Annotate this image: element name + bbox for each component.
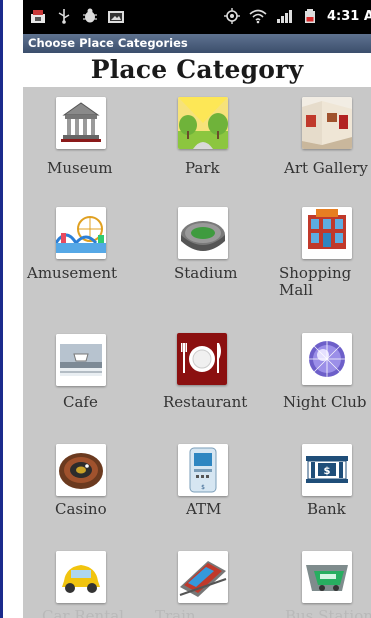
category-night-club[interactable]: Night Club: [275, 331, 371, 421]
category-label-atm: ATM: [186, 500, 222, 518]
category-label-bank: Bank: [307, 500, 346, 518]
category-label-amusement: Amusement: [27, 264, 118, 282]
category-museum[interactable]: Museum: [33, 93, 129, 183]
car-rental-icon: [56, 551, 106, 603]
svg-text:$: $: [201, 484, 205, 491]
category-stadium[interactable]: Stadium: [155, 205, 251, 305]
status-time: 4:31 AM: [327, 8, 371, 24]
category-label-park: Park: [185, 159, 220, 177]
category-restaurant[interactable]: Restaurant: [155, 331, 267, 421]
category-bus-station[interactable]: Bus Station: [275, 548, 371, 618]
category-train[interactable]: Train: [155, 548, 251, 618]
category-shopping-mall[interactable]: Shopping Mall: [275, 205, 371, 305]
battery-icon: [305, 9, 315, 23]
photo-icon: [108, 11, 124, 23]
cafe-icon: [56, 334, 106, 386]
night-club-icon: [302, 333, 352, 385]
status-bar: 4:31 AM: [23, 0, 371, 34]
page-title: Place Category: [90, 55, 304, 84]
train-icon: [178, 551, 228, 603]
category-art-gallery[interactable]: Art Gallery: [275, 93, 371, 183]
category-label-shopping-mall: Shopping Mall: [279, 264, 352, 299]
restaurant-icon: [177, 333, 227, 385]
gps-icon: [224, 8, 240, 24]
window-left-edge-overlay: [0, 0, 3, 618]
category-label-bus-station: Bus Station: [285, 607, 371, 618]
wifi-icon: [249, 9, 267, 24]
stadium-icon: [178, 207, 228, 259]
category-bank[interactable]: $ Bank: [275, 441, 371, 531]
category-label-casino: Casino: [55, 500, 107, 518]
category-label-train: Train: [155, 607, 196, 618]
window-title-bar: Choose Place Categories: [23, 34, 371, 53]
category-label-restaurant: Restaurant: [163, 393, 248, 411]
bank-icon: $: [302, 444, 352, 496]
category-grid: Museum Park Art Gallery Amusement Stadiu…: [23, 87, 371, 618]
category-amusement[interactable]: Amusement: [27, 205, 135, 305]
category-cafe[interactable]: Cafe: [33, 331, 129, 421]
casino-icon: [56, 444, 106, 496]
signal-icon: [277, 10, 292, 23]
category-car-rental[interactable]: Car Rental: [33, 548, 129, 618]
atm-icon: $: [178, 444, 228, 496]
amusement-icon: [56, 207, 106, 259]
category-park[interactable]: Park: [155, 93, 251, 183]
art-gallery-icon: [302, 97, 352, 149]
page-header: Place Category: [23, 53, 371, 87]
debug-icon: [83, 8, 97, 23]
category-label-night-club: Night Club: [283, 393, 367, 411]
window-title: Choose Place Categories: [28, 36, 188, 50]
park-icon: [178, 97, 228, 149]
category-atm[interactable]: $ ATM: [155, 441, 251, 531]
shopping-mall-icon: [302, 207, 352, 259]
notification-icon: [31, 10, 45, 23]
svg-text:$: $: [324, 466, 331, 477]
category-label-stadium: Stadium: [174, 264, 238, 282]
usb-icon: [58, 9, 70, 24]
category-label-museum: Museum: [47, 159, 113, 177]
museum-icon: [56, 97, 106, 149]
category-label-cafe: Cafe: [63, 393, 98, 411]
category-label-car-rental: Car Rental: [42, 607, 124, 618]
category-casino[interactable]: Casino: [33, 441, 129, 531]
category-label-art-gallery: Art Gallery: [284, 159, 368, 177]
bus-station-icon: [302, 551, 352, 603]
